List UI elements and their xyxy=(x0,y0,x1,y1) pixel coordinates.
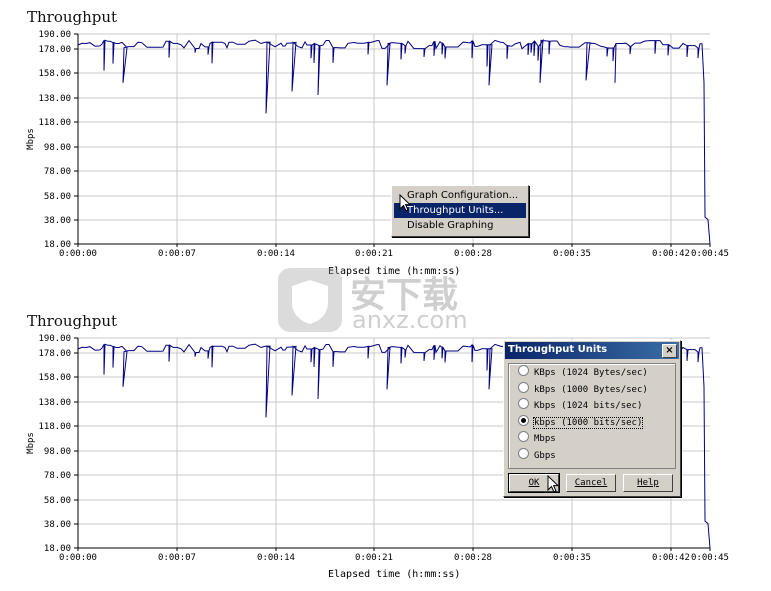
radio-label: kBps (1000 Bytes/sec) xyxy=(534,385,648,395)
y-tick-label: 190.00 xyxy=(38,30,71,40)
radio-kbps-1000-bytes[interactable]: kBps (1000 Bytes/sec) xyxy=(518,382,648,396)
x-tick-label: 0:00:07 xyxy=(158,553,196,563)
x-tick-label: 0:00:42 xyxy=(652,553,690,563)
help-button[interactable]: Help xyxy=(623,474,673,492)
throughput-plot[interactable]: 190.00 178.00 158.00 138.00 118.00 98.00 78.00… xyxy=(0,8,771,290)
y-tick-label: 190.00 xyxy=(38,334,71,344)
close-button[interactable]: × xyxy=(662,344,677,358)
dialog-title: Throughput Units xyxy=(508,344,608,355)
x-tick-label: 0:00:42 xyxy=(652,249,690,259)
x-tick-label: 0:00:21 xyxy=(355,249,393,259)
menu-item-throughput-units[interactable]: Throughput Units... xyxy=(394,203,526,218)
radio-button-selected[interactable] xyxy=(518,415,529,426)
throughput-units-dialog: Throughput Units × KBps (1024 Bytes/sec)… xyxy=(503,340,681,497)
y-tick-label: 118.00 xyxy=(38,118,71,128)
watermark: 安下载 anxz.com xyxy=(276,266,496,338)
y-tick-label: 58.00 xyxy=(44,192,71,202)
y-tick-label: 98.00 xyxy=(44,143,71,153)
y-axis-label: Mbps xyxy=(26,432,36,454)
x-tick-label: 0:00:45 xyxy=(691,249,729,259)
x-tick-label: 0:00:14 xyxy=(257,249,295,259)
x-tick-label: 0:00:45 xyxy=(691,553,729,563)
radio-kbps-1000-bits[interactable]: kbps (1000 bits/sec) xyxy=(518,415,644,429)
help-button-label: Help xyxy=(637,478,659,488)
radio-kbps-1024-bits[interactable]: Kbps (1024 bits/sec) xyxy=(518,398,642,412)
radio-label: KBps (1024 Bytes/sec) xyxy=(534,368,648,378)
y-tick-label: 78.00 xyxy=(44,167,71,177)
radio-button[interactable] xyxy=(518,382,529,393)
ok-button-label: OK xyxy=(528,478,540,488)
x-tick-label: 0:00:21 xyxy=(355,553,393,563)
mouse-pointer-icon xyxy=(547,475,560,493)
y-tick-label: 178.00 xyxy=(38,45,71,55)
y-tick-label: 138.00 xyxy=(38,94,71,104)
radio-button[interactable] xyxy=(518,365,529,376)
radio-button[interactable] xyxy=(518,398,529,409)
y-axis-label: Mbps xyxy=(26,128,36,150)
y-tick-label: 118.00 xyxy=(38,422,71,432)
x-tick-label: 0:00:07 xyxy=(158,249,196,259)
radio-label: kbps (1000 bits/sec) xyxy=(532,417,644,429)
y-tick-label: 158.00 xyxy=(38,373,71,383)
radio-label: Gbps xyxy=(534,451,556,461)
dialog-titlebar[interactable]: Throughput Units × xyxy=(505,342,679,359)
y-tick-label: 58.00 xyxy=(44,496,71,506)
y-tick-label: 78.00 xyxy=(44,471,71,481)
radio-button[interactable] xyxy=(518,448,529,459)
x-tick-label: 0:00:00 xyxy=(59,249,97,259)
radio-mbps[interactable]: Mbps xyxy=(518,431,556,445)
units-group: KBps (1024 Bytes/sec) kBps (1000 Bytes/s… xyxy=(508,363,676,469)
y-tick-label: 138.00 xyxy=(38,398,71,408)
menu-item-disable-graphing[interactable]: Disable Graphing xyxy=(394,218,526,233)
cancel-button-label: Cancel xyxy=(574,478,608,488)
x-tick-label: 0:00:35 xyxy=(553,553,591,563)
x-tick-label: 0:00:14 xyxy=(257,553,295,563)
y-tick-label: 178.00 xyxy=(38,349,71,359)
radio-kbps-1024-bytes[interactable]: KBps (1024 Bytes/sec) xyxy=(518,365,648,379)
watermark-url: anxz.com xyxy=(352,306,468,334)
menu-item-graph-configuration[interactable]: Graph Configuration... xyxy=(394,188,526,203)
x-tick-label: 0:00:28 xyxy=(454,553,492,563)
shield-logo-icon xyxy=(278,268,342,332)
y-tick-label: 38.00 xyxy=(44,520,71,530)
x-tick-label: 0:00:35 xyxy=(553,249,591,259)
x-tick-label: 0:00:28 xyxy=(454,249,492,259)
radio-gbps[interactable]: Gbps xyxy=(518,448,556,462)
radio-label: Mbps xyxy=(534,434,556,444)
throughput-chart-1: Throughput 190.00 178.00 158.00 138.00 118.0… xyxy=(0,8,771,290)
y-tick-label: 158.00 xyxy=(38,69,71,79)
radio-label: Kbps (1024 bits/sec) xyxy=(534,401,643,411)
x-axis-label: Elapsed time (h:mm:ss) xyxy=(328,569,461,580)
x-tick-label: 0:00:00 xyxy=(59,553,97,563)
radio-button[interactable] xyxy=(518,431,529,442)
y-tick-label: 98.00 xyxy=(44,447,71,457)
mouse-pointer-icon xyxy=(399,194,412,212)
cancel-button[interactable]: Cancel xyxy=(566,474,616,492)
y-tick-label: 38.00 xyxy=(44,216,71,226)
